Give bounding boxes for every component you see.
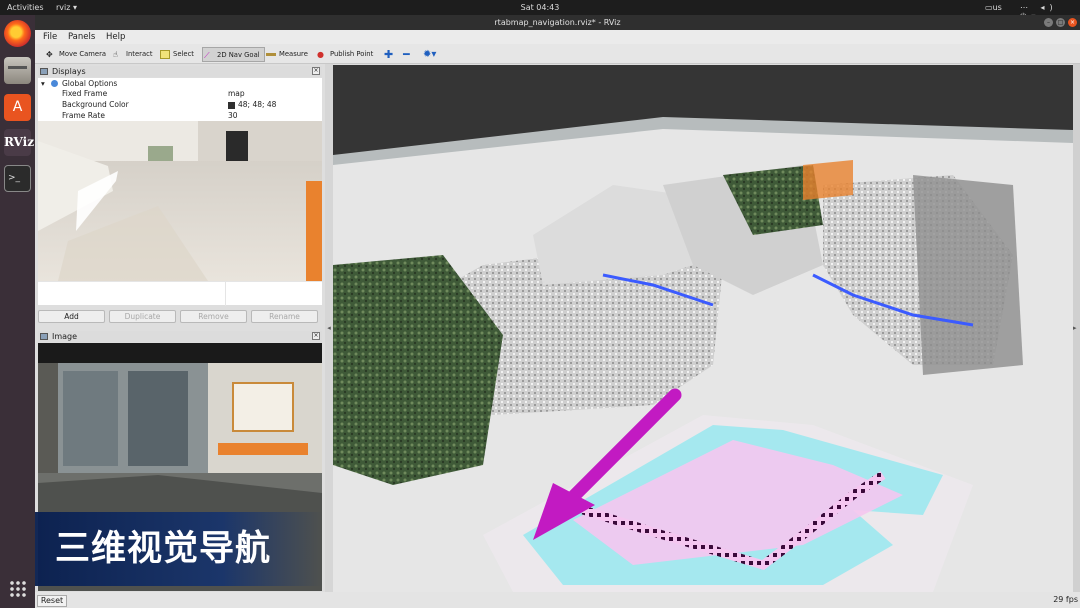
column-divider	[225, 282, 226, 306]
menu-bar: File Panels Help	[35, 30, 1080, 44]
displays-tree: ▾ Global Options Fixed Frame map Backgrou…	[38, 78, 322, 121]
property-value[interactable]: 48; 48; 48	[238, 100, 276, 110]
add-button[interactable]: Add	[38, 310, 105, 323]
firefox-icon[interactable]	[4, 20, 31, 47]
displays-title: Displays	[52, 67, 86, 76]
tool-bar: ✥ Move Camera ☝ Interact Select ⟋ 2D Nav Go…	[35, 44, 1080, 64]
menu-help[interactable]: Help	[106, 32, 125, 42]
window-title: rtabmap_navigation.rviz* - RViz	[494, 18, 621, 27]
clock[interactable]: Sat 04:43	[0, 3, 1080, 12]
property-key: Fixed Frame	[62, 89, 108, 98]
fps-readout: 29 fps	[1053, 595, 1078, 604]
move-camera-tool[interactable]: ✥ Move Camera	[45, 47, 106, 62]
right-panel-splitter[interactable]: ▸	[1073, 64, 1080, 592]
panel-icon	[40, 333, 48, 340]
keyboard-layout-label: us	[992, 3, 1002, 12]
remove-button[interactable]: Remove	[180, 310, 247, 323]
close-button[interactable]: ×	[1068, 18, 1077, 27]
software-center-icon[interactable]: A	[4, 94, 31, 121]
displays-empty-area	[38, 281, 322, 306]
menu-panels[interactable]: Panels	[68, 32, 95, 42]
image-panel-title: Image	[52, 332, 78, 341]
duplicate-button[interactable]: Duplicate	[109, 310, 176, 323]
rviz-icon[interactable]: RViz	[4, 129, 34, 156]
property-value[interactable]: 30	[228, 111, 238, 121]
global-options-label: Global Options	[62, 79, 118, 88]
maximize-button[interactable]: □	[1056, 18, 1065, 27]
property-row[interactable]: Background Color 48; 48; 48	[38, 100, 322, 110]
close-panel-icon[interactable]: ×	[312, 67, 320, 75]
system-top-bar: Activities rviz ▾ Sat 04:43 ▭us ⋯ ◂) ⏻▾	[0, 0, 1080, 21]
nav-goal-label: 2D Nav Goal	[217, 51, 260, 59]
3d-render-view[interactable]	[333, 65, 1073, 592]
rename-button[interactable]: Rename	[251, 310, 318, 323]
displays-panel-header: Displays ×	[38, 66, 322, 77]
camera-feed-image-1	[38, 121, 322, 281]
globe-icon	[51, 80, 58, 87]
property-key: Frame Rate	[62, 111, 105, 120]
global-options-row[interactable]: ▾ Global Options	[38, 79, 322, 89]
dock: A RViz >_	[0, 15, 35, 608]
interact-icon: ☝	[113, 50, 118, 59]
publish-point-icon: ●	[317, 50, 324, 59]
files-icon[interactable]	[4, 57, 31, 84]
publish-point-label: Publish Point	[330, 50, 374, 58]
expand-arrow-icon[interactable]: ▾	[41, 79, 45, 89]
select-icon	[160, 50, 170, 59]
menu-file[interactable]: File	[43, 32, 57, 42]
property-key: Background Color	[62, 100, 129, 109]
video-caption-banner: 三维视觉导航	[35, 512, 323, 586]
select-label: Select	[173, 50, 194, 58]
close-panel-icon[interactable]: ×	[312, 332, 320, 340]
measure-label: Measure	[279, 50, 308, 58]
keyboard-layout-indicator[interactable]: ▭us	[985, 3, 1002, 12]
publish-point-tool[interactable]: ● Publish Point	[316, 47, 373, 62]
left-panel-splitter[interactable]: ◂	[325, 64, 333, 592]
window-titlebar[interactable]: rtabmap_navigation.rviz* - RViz – □ ×	[35, 15, 1080, 30]
nav-goal-tool[interactable]: ⟋ 2D Nav Goal	[202, 47, 265, 62]
property-row[interactable]: Frame Rate 30	[38, 111, 322, 121]
measure-tool[interactable]: Measure	[265, 47, 308, 62]
interact-label: Interact	[126, 50, 153, 58]
move-camera-icon: ✥	[46, 50, 53, 59]
color-swatch	[228, 102, 235, 109]
status-bar: Reset 29 fps	[35, 592, 1080, 608]
image-panel-header: Image ×	[38, 331, 322, 342]
property-value[interactable]: map	[228, 89, 245, 99]
move-camera-label: Move Camera	[59, 50, 107, 58]
minimize-button[interactable]: –	[1044, 18, 1053, 27]
tool-properties-icon[interactable]: ✹▾	[423, 47, 436, 62]
select-tool[interactable]: Select	[159, 47, 194, 62]
measure-icon	[266, 53, 276, 56]
property-row[interactable]: Fixed Frame map	[38, 89, 322, 99]
reset-button[interactable]: Reset	[37, 595, 67, 607]
interact-tool[interactable]: ☝ Interact	[112, 47, 153, 62]
rviz-window: rtabmap_navigation.rviz* - RViz – □ × Fi…	[35, 15, 1080, 608]
show-applications-icon[interactable]	[9, 580, 27, 598]
nav-goal-icon: ⟋	[204, 51, 210, 60]
remove-tool-icon[interactable]: ━	[403, 47, 410, 62]
terminal-icon[interactable]: >_	[4, 165, 31, 192]
panel-icon	[40, 68, 48, 75]
add-tool-icon[interactable]: ✚	[384, 47, 393, 62]
